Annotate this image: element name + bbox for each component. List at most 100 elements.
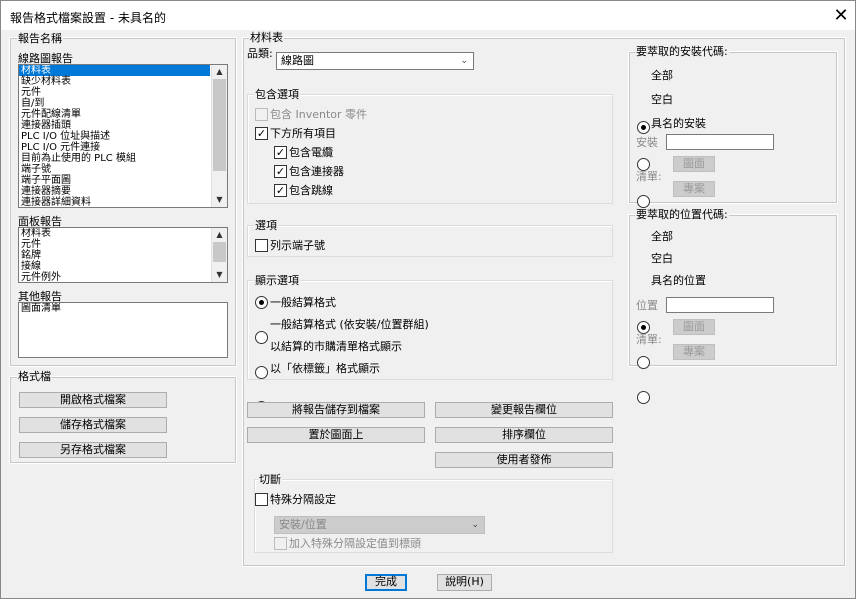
include-options-label: 包含選項 <box>254 88 300 101</box>
list-item[interactable]: PLC I/O 元件連接 <box>19 142 210 153</box>
list-item[interactable]: 端子號 <box>19 164 210 175</box>
chevron-down-icon: ⌄ <box>471 520 479 530</box>
list-item[interactable]: 銘牌 <box>19 250 210 261</box>
include-jumpers-label: 包含跳線 <box>289 184 333 197</box>
radio-display-0[interactable] <box>255 296 268 309</box>
save-report-button[interactable]: 將報告儲存到檔案 <box>247 402 425 418</box>
sort-fields-button[interactable]: 排序欄位 <box>435 427 613 443</box>
circuit-report-list[interactable]: 材料表 缺少材料表 元件 自/到 元件配線清單 連接器插頭 PLC I/O 位址與描述 PLC… <box>18 64 228 208</box>
include-inventor-label: 包含 Inventor 零件 <box>270 108 368 121</box>
radio-label: 具名的位置 <box>651 274 706 287</box>
options-label: 選項 <box>254 219 278 232</box>
user-post-button[interactable]: 使用者發佈 <box>435 452 613 468</box>
help-button[interactable]: 說明(H) <box>437 574 492 591</box>
radio-location-2[interactable] <box>637 391 650 404</box>
install-field-input[interactable] <box>666 134 774 150</box>
include-connectors-checkbox[interactable]: ✓ <box>274 165 287 178</box>
done-button[interactable]: 完成 <box>365 574 407 591</box>
open-format-button[interactable]: 開啟格式檔案 <box>19 392 167 408</box>
category-label: 品類: <box>247 47 273 60</box>
radio-install-0[interactable] <box>637 121 650 134</box>
bom-title: 材料表 <box>249 31 284 44</box>
include-connectors-label: 包含連接器 <box>289 165 344 178</box>
location-project-button[interactable]: 專案 <box>673 344 715 360</box>
radio-location-1[interactable] <box>637 356 650 369</box>
save-format-button[interactable]: 儲存格式檔案 <box>19 417 167 433</box>
other-report-list[interactable]: 圖面清單 <box>18 302 228 358</box>
list-item[interactable]: 缺少材料表 <box>19 76 210 87</box>
save-as-format-button[interactable]: 另存格式檔案 <box>19 442 167 458</box>
list-item[interactable]: PLC I/O 位址與描述 <box>19 131 210 142</box>
list-item[interactable]: 自/到 <box>19 98 210 109</box>
radio-install-2[interactable] <box>637 195 650 208</box>
break-select-value: 安裝/位置 <box>279 518 327 531</box>
include-below-checkbox[interactable]: ✓ <box>255 127 268 140</box>
special-break-label: 特殊分隔設定 <box>270 493 336 506</box>
install-drawing-button[interactable]: 圖面 <box>673 156 715 172</box>
list-item[interactable]: 元件例外 <box>19 272 210 282</box>
radio-label: 空白 <box>651 252 673 265</box>
include-cables-label: 包含電纜 <box>289 146 333 159</box>
scroll-up-icon[interactable]: ▲ <box>212 65 227 78</box>
location-field-label: 位置 <box>636 299 658 312</box>
location-codes-label: 要萃取的位置代碼: <box>635 208 729 221</box>
title-bar: 報告格式檔案設置 - 未具名的 ✕ <box>0 0 856 30</box>
break-select[interactable]: 安裝/位置 ⌄ <box>274 516 485 534</box>
radio-display-2[interactable] <box>255 366 268 379</box>
location-field-input[interactable] <box>666 297 774 313</box>
radio-label: 一般結算格式 (依安裝/位置群組) <box>270 318 429 331</box>
list-item[interactable]: 端子平面圖 <box>19 175 210 186</box>
list-item[interactable]: 連接器詳細資料 <box>19 197 210 207</box>
location-list-label: 清單: <box>636 333 662 346</box>
display-options-label: 顯示選項 <box>254 274 300 287</box>
scroll-down-icon[interactable]: ▼ <box>212 193 227 206</box>
change-fields-button[interactable]: 變更報告欄位 <box>435 402 613 418</box>
window-title: 報告格式檔案設置 - 未具名的 <box>10 11 166 25</box>
radio-label: 全部 <box>651 69 673 82</box>
category-select[interactable]: 線路圖 ⌄ <box>276 52 474 70</box>
panel-report-list[interactable]: 材料表 元件 銘牌 接線 元件例外 ▲ ▼ <box>18 227 228 283</box>
include-jumpers-checkbox[interactable]: ✓ <box>274 184 287 197</box>
radio-display-1[interactable] <box>255 331 268 344</box>
put-on-drawing-button[interactable]: 置於圖面上 <box>247 427 425 443</box>
include-cables-checkbox[interactable]: ✓ <box>274 146 287 159</box>
list-item[interactable]: 材料表 <box>19 228 210 239</box>
list-item[interactable]: 材料表 <box>19 65 210 76</box>
install-project-button[interactable]: 專案 <box>673 181 715 197</box>
list-item[interactable]: 接線 <box>19 261 210 272</box>
list-item[interactable]: 元件 <box>19 87 210 98</box>
include-inventor-checkbox[interactable] <box>255 108 268 121</box>
scroll-down-icon[interactable]: ▼ <box>212 268 227 281</box>
add-value-label: 加入特殊分隔設定值到標頭 <box>289 537 421 550</box>
install-list-label: 清單: <box>636 170 662 183</box>
break-label: 切斷 <box>258 473 282 486</box>
circuit-list-scrollbar[interactable]: ▲ ▼ <box>211 65 227 207</box>
list-item[interactable]: 連接器插頭 <box>19 120 210 131</box>
location-drawing-button[interactable]: 圖面 <box>673 319 715 335</box>
radio-label: 具名的安裝 <box>651 117 706 130</box>
list-item[interactable]: 圖面清單 <box>19 303 224 314</box>
radio-label: 以結算的市購清單格式顯示 <box>270 340 402 353</box>
panel-list-scrollbar[interactable]: ▲ ▼ <box>211 228 227 282</box>
category-value: 線路圖 <box>281 54 314 67</box>
list-item[interactable]: 元件 <box>19 239 210 250</box>
list-item[interactable]: 元件配線清單 <box>19 109 210 120</box>
list-item[interactable]: 連接器摘要 <box>19 186 210 197</box>
close-button[interactable]: ✕ <box>827 4 855 28</box>
radio-label: 以「依標籤」格式顯示 <box>270 362 380 375</box>
scroll-thumb[interactable] <box>213 242 226 262</box>
special-break-checkbox[interactable] <box>255 493 268 506</box>
scroll-up-icon[interactable]: ▲ <box>212 228 227 241</box>
radio-label: 空白 <box>651 93 673 106</box>
install-codes-label: 要萃取的安裝代碼: <box>635 45 729 58</box>
close-icon: ✕ <box>833 5 849 26</box>
radio-label: 一般結算格式 <box>270 296 336 309</box>
install-field-label: 安裝 <box>636 136 658 149</box>
chevron-down-icon: ⌄ <box>460 56 468 66</box>
scroll-thumb[interactable] <box>213 79 226 171</box>
radio-label: 全部 <box>651 230 673 243</box>
report-names-label: 報告名稱 <box>17 32 63 45</box>
add-value-checkbox[interactable] <box>274 537 287 550</box>
list-item[interactable]: 目前為止使用的 PLC 模組 <box>19 153 210 164</box>
list-terminal-checkbox[interactable] <box>255 239 268 252</box>
